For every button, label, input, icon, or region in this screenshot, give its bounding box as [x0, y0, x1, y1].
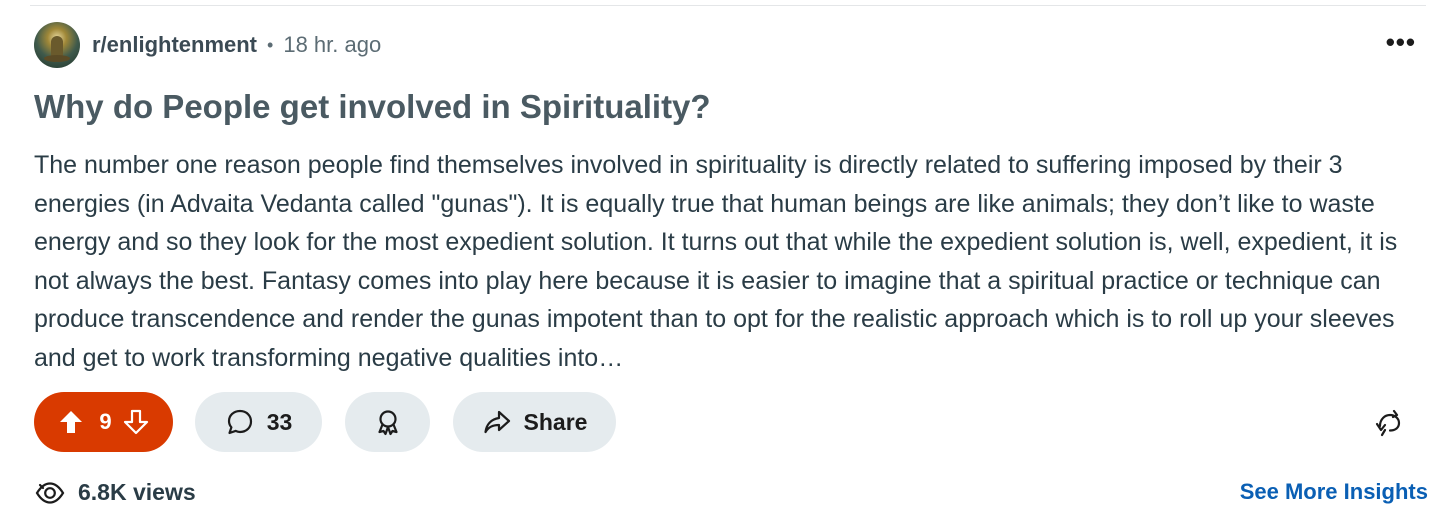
view-count: 6.8K views: [78, 478, 196, 505]
upvote-icon[interactable]: [57, 408, 85, 436]
see-more-insights-link[interactable]: See More Insights: [1240, 479, 1428, 505]
meta-separator: •: [267, 34, 274, 55]
avatar-base: [44, 55, 70, 62]
more-options-icon[interactable]: •••: [1386, 29, 1416, 55]
post-title[interactable]: Why do People get involved in Spirituali…: [34, 84, 1426, 130]
vote-count: 9: [99, 409, 112, 434]
comment-icon: [225, 407, 255, 437]
crosspost-icon[interactable]: [1374, 406, 1406, 438]
award-button[interactable]: [345, 392, 430, 452]
top-divider: [30, 5, 1426, 6]
action-bar: 9 33 Share: [34, 392, 1426, 452]
downvote-icon[interactable]: [122, 408, 150, 436]
post-header: r/enlightenment • 18 hr. ago •••: [34, 22, 1426, 68]
vote-button-group: 9: [34, 392, 173, 452]
comment-count: 33: [266, 408, 293, 435]
post-time: 18 hr. ago: [283, 32, 382, 57]
subreddit-avatar[interactable]: [34, 22, 80, 68]
comments-button[interactable]: 33: [195, 392, 322, 452]
subreddit-name[interactable]: r/enlightenment: [92, 32, 257, 58]
share-button[interactable]: Share: [453, 392, 616, 452]
post-body[interactable]: The number one reason people find themse…: [34, 146, 1434, 378]
views-icon: [34, 476, 66, 508]
share-label: Share: [523, 408, 588, 435]
award-icon: [373, 407, 403, 437]
share-icon: [482, 407, 512, 437]
post-footer: 6.8K views See More Insights: [34, 474, 1428, 510]
